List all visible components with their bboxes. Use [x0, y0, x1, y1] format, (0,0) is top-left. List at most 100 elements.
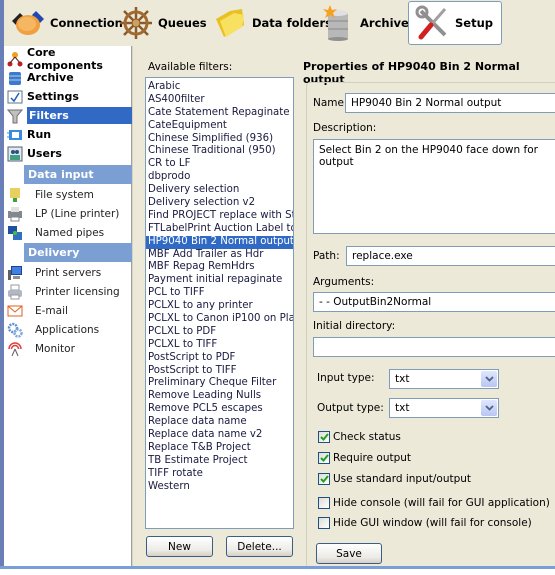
users-icon	[7, 146, 23, 162]
sidebar-item-monitor[interactable]: Monitor	[4, 339, 132, 358]
sidebar-item-users[interactable]: Users	[4, 144, 132, 163]
filter-list-item[interactable]: Chinese Simplified (936)	[146, 133, 293, 146]
sidebar-item-label: LP (Line printer)	[35, 207, 120, 220]
delete-filter-button[interactable]: Delete...	[226, 536, 293, 557]
sidebar-item-file-system[interactable]: File system	[4, 185, 132, 204]
toolbar-setup[interactable]: Setup	[408, 1, 502, 45]
sidebar-item-label: Filters	[27, 107, 132, 124]
filter-list-item[interactable]: Remove PCL5 escapes	[146, 403, 293, 416]
toolbar-label: Setup	[455, 16, 493, 30]
sidebar-splitter[interactable]	[132, 46, 140, 566]
checkbox-check-status[interactable]: Check status	[318, 431, 401, 443]
toolbar-queues[interactable]: Queues	[118, 2, 207, 44]
new-filter-button[interactable]: New	[146, 536, 213, 557]
filter-list-item[interactable]: PCLXL to TIFF	[146, 339, 293, 352]
filter-list-item[interactable]: Find PROJECT replace with Std S	[146, 210, 293, 223]
input-type-select[interactable]: txt	[389, 369, 499, 389]
sidebar-item-printer-licensing[interactable]: Printer licensing	[4, 282, 132, 301]
toolbar-label: Connection	[50, 16, 123, 30]
filter-list-item[interactable]: PCL to TIFF	[146, 287, 293, 300]
sidebar-item-print-servers[interactable]: Print servers	[4, 263, 132, 282]
print-server-icon	[7, 265, 23, 281]
sidebar-item-line-printer[interactable]: LP (Line printer)	[4, 204, 132, 223]
checkbox-unchecked-icon[interactable]	[318, 497, 330, 509]
input-type-label: Input type:	[317, 372, 375, 384]
sidebar-item-run[interactable]: Run	[4, 125, 132, 144]
chevron-down-icon[interactable]	[481, 400, 497, 416]
filter-list-item[interactable]: PCLXL to Canon iP100 on Plato	[146, 313, 293, 326]
checkmark-icon	[319, 475, 329, 483]
checkbox-unchecked-icon[interactable]	[318, 517, 330, 529]
filter-list-item[interactable]: CR to LF	[146, 158, 293, 171]
folder-icon	[212, 5, 248, 41]
arguments-field[interactable]: - - OutputBin2Normal	[313, 292, 555, 312]
filter-list-item[interactable]: Chinese Traditional (950)	[146, 145, 293, 158]
checkbox-hide-gui-window-will-fail-for-console[interactable]: Hide GUI window (will fail for console)	[318, 517, 532, 529]
checkbox-use-standard-input-output[interactable]: Use standard input/output	[318, 473, 471, 485]
filter-list-item[interactable]: Western	[146, 481, 293, 494]
filter-list-item[interactable]: Cate Statement Repaginate as F	[146, 107, 293, 120]
checkmark-icon	[319, 454, 329, 462]
sidebar-item-archive[interactable]: Archive	[4, 68, 132, 87]
filter-list-item[interactable]: PCLXL to any printer	[146, 300, 293, 313]
checkbox-label: Check status	[333, 431, 401, 443]
sidebar-item-label: File system	[35, 188, 94, 201]
sidebar-item-filters[interactable]: Filters	[4, 106, 132, 125]
sidebar-item-applications[interactable]: Applications	[4, 320, 132, 339]
sidebar-item-settings[interactable]: Settings	[4, 87, 132, 106]
checkbox-checked-icon[interactable]	[318, 473, 330, 485]
filter-list-item[interactable]: TB Estimate Project	[146, 455, 293, 468]
description-field[interactable]: Select Bin 2 on the HP9040 face down for…	[313, 139, 555, 234]
toolbar-archive[interactable]: Archive	[320, 2, 409, 44]
sidebar-item-named-pipes[interactable]: Named pipes	[4, 223, 132, 242]
filter-list-item[interactable]: TIFF rotate	[146, 468, 293, 481]
toolbar-data-folders[interactable]: Data folders	[212, 2, 332, 44]
filter-list-item[interactable]: Replace T&B Project	[146, 442, 293, 455]
sidebar-item-label: Named pipes	[35, 226, 105, 239]
filter-list-item[interactable]: Remove Leading Nulls	[146, 390, 293, 403]
filter-list-item[interactable]: PCLXL to PDF	[146, 326, 293, 339]
sidebar-item-label: Printer licensing	[35, 285, 120, 298]
named-pipes-icon	[7, 225, 23, 241]
toolbar-connection[interactable]: Connection	[10, 2, 123, 44]
name-label: Name:	[313, 97, 348, 109]
filter-list-item[interactable]: MBF Add Trailer as Hdr	[146, 249, 293, 262]
filters-listbox[interactable]: Arabic AS400filter Cate Statement Repagina…	[145, 77, 294, 529]
description-label: Description:	[313, 122, 377, 134]
filter-list-item[interactable]: MBF Repag RemHdrs	[146, 261, 293, 274]
sidebar-item-label: Users	[27, 147, 62, 160]
filter-list-item[interactable]: PostScript to PDF	[146, 352, 293, 365]
filter-list-item[interactable]: CateEquipment	[146, 120, 293, 133]
filter-list-item[interactable]: Preliminary Cheque Filter	[146, 377, 293, 390]
filter-list-item[interactable]: HP9040 Bin 2 Normal output	[146, 235, 293, 249]
sidebar-item-email[interactable]: E-mail	[4, 301, 132, 320]
toolbar-label: Queues	[158, 16, 207, 30]
available-filters-label: Available filters:	[148, 61, 233, 73]
filter-list-item[interactable]: dbprodo	[146, 171, 293, 184]
checkbox-label: Hide GUI window (will fail for console)	[333, 517, 532, 529]
output-type-label: Output type:	[317, 402, 384, 414]
checkbox-hide-console-will-fail-for-gui-application[interactable]: Hide console (will fail for GUI applicat…	[318, 497, 550, 509]
filter-list-item[interactable]: Replace data name	[146, 416, 293, 429]
output-type-select[interactable]: txt	[389, 398, 499, 418]
initial-directory-field[interactable]	[313, 337, 555, 357]
name-field[interactable]: HP9040 Bin 2 Normal output	[345, 93, 555, 113]
filter-list-item[interactable]: Arabic	[146, 81, 293, 94]
filter-list-item[interactable]: Delivery selection	[146, 184, 293, 197]
sidebar-item-core-components[interactable]: Core components	[4, 46, 132, 72]
save-button[interactable]: Save	[316, 543, 382, 564]
path-field[interactable]: replace.exe	[346, 246, 555, 266]
envelope-icon	[7, 303, 23, 319]
checkbox-checked-icon[interactable]	[318, 431, 330, 443]
input-type-value: txt	[395, 373, 410, 385]
path-label: Path:	[313, 250, 340, 262]
filter-list-item[interactable]: AS400filter	[146, 94, 293, 107]
checkbox-require-output[interactable]: Require output	[318, 452, 411, 464]
filter-list-item[interactable]: Delivery selection v2	[146, 197, 293, 210]
filter-list-item[interactable]: Payment initial repaginate	[146, 274, 293, 287]
filter-list-item[interactable]: PostScript to TIFF	[146, 365, 293, 378]
filter-list-item[interactable]: Replace data name v2	[146, 429, 293, 442]
checkbox-checked-icon[interactable]	[318, 452, 330, 464]
filter-list-item[interactable]: FTLabelPrint Auction Label to Pos	[146, 223, 293, 236]
chevron-down-icon[interactable]	[481, 371, 497, 387]
